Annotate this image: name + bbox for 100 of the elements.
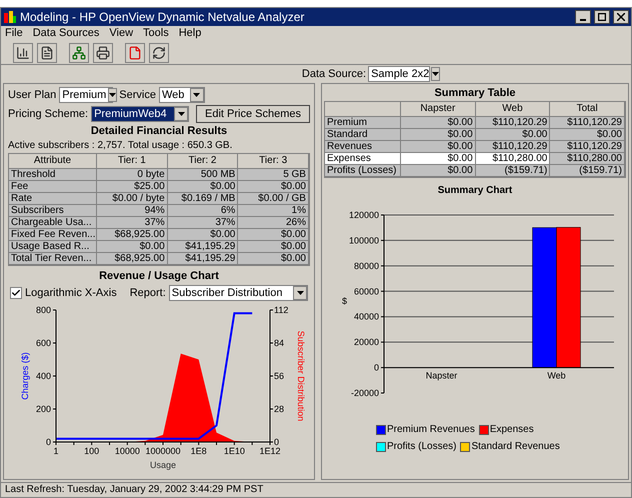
table-cell: 94% [97,204,168,217]
report-label: Report: [130,286,166,301]
table-cell: $110,280.00 [476,153,550,165]
table-cell: Total Tier Reven... [9,252,97,265]
table-cell: 0 byte [97,168,168,181]
table-cell: Fixed Fee Reven... [9,228,97,241]
table-cell: Profits (Losses) [325,165,401,177]
menu-item[interactable]: Help [178,25,202,42]
axis-label: 56 [274,370,284,381]
axis-label: 28 [274,404,284,414]
axis-label: 0 [46,436,51,447]
table-cell: 26% [238,216,309,229]
axis-label: 1E12 [259,446,281,456]
log-axis-label: Logarithmic X-Axis [25,286,117,301]
column-header[interactable]: Web [476,102,550,117]
table-cell: $0.00 [168,228,238,241]
table-cell: Threshold [9,168,97,181]
table-cell: $41,195.29 [168,240,238,253]
table-cell: $110,120.29 [550,117,625,129]
menu-item[interactable]: Tools [143,25,169,42]
edit-price-schemes-button[interactable]: Edit Price Schemes [196,104,310,123]
table-cell: $0.00 [401,129,476,141]
table-cell: $68,925.00 [97,252,168,265]
status-bar: Last Refresh: Tuesday, January 29, 2002 3:44:29 PM PST [1,482,631,497]
table-cell: $68,925.00 [97,228,168,241]
user-plan-label: User Plan [8,88,56,103]
y-axis-title: Charges ($) [20,352,30,400]
data-source-label: Data Source: [302,66,366,82]
table-cell: $0.169 / MB [168,192,238,205]
y-axis-title: Subscriber Distribution [296,330,306,422]
legend-label: Standard Revenues [471,440,560,454]
table-cell: ($159.71) [550,165,625,177]
window-title: Modeling - HP OpenView Dynamic Netvalue Analyzer [20,9,306,26]
table-cell: Rate [9,192,97,205]
table-cell: $0.00 / GB [238,192,309,205]
axis-label: Napster [426,370,458,381]
axis-label: 100 [84,446,100,456]
table-cell: Premium [325,117,401,129]
table-cell: $0.00 [401,153,476,165]
axis-label: 20000 [354,337,379,348]
axis-label: 60000 [354,286,379,296]
results-summary: Active subscribers : 2,757. Total usage : 650.3 GB. [8,138,234,153]
axis-label: Web [547,370,566,381]
table-cell: 37% [97,216,168,229]
y-axis-title: $ [342,296,348,306]
axis-label: 1 [54,446,58,456]
axis-label: 80000 [354,260,379,271]
table-cell: $110,120.29 [476,117,550,129]
column-header[interactable]: Tier: 2 [168,154,238,169]
axis-label: 10000 [114,446,140,456]
table-cell: $0.00 [97,240,168,253]
table-cell: $0.00 [238,252,309,265]
column-header[interactable]: Tier: 1 [97,154,168,169]
menu-item[interactable]: File [5,25,23,42]
axis-label: 0 [274,436,280,447]
chart-title: Summary Chart [436,184,514,197]
axis-label: 800 [36,304,51,315]
legend-label: Premium Revenues [387,423,475,437]
service-label: Service [119,88,156,103]
pricing-scheme-dropdown[interactable]: PremiumWeb4 [91,106,190,122]
column-header[interactable]: Total [550,102,625,117]
axis-label: 600 [36,338,51,348]
axis-label: 84 [274,338,284,348]
section-title: Revenue / Usage Chart [98,268,220,284]
pricing-scheme-label: Pricing Scheme: [8,106,88,122]
table-cell: 6% [168,204,238,217]
table-cell: $0.00 [476,129,550,141]
table-cell: $0.00 [401,117,476,129]
axis-label: 100000 [348,235,379,246]
table-cell: 500 MB [168,168,238,181]
axis-label: 1E10 [224,446,245,456]
axis-label: 1000000 [145,446,181,456]
axis-label: 400 [36,370,51,381]
table-cell: $110,120.29 [550,141,625,153]
table-cell: $0.00 [238,228,309,241]
report-dropdown[interactable]: Subscriber Distribution [168,284,308,301]
menu-item[interactable]: Data Sources [32,25,100,42]
table-cell: 5 GB [238,168,309,181]
service-dropdown[interactable]: Web [158,86,205,103]
table-cell: $0.00 [238,240,309,253]
legend-label: Profits (Losses) [387,440,456,454]
axis-label: 120000 [348,210,379,220]
table-cell: ($159.71) [476,165,550,177]
menu-item[interactable]: View [109,25,134,42]
legend-label: Expenses [490,423,534,437]
axis-label: 200 [36,404,51,414]
table-cell: 1% [238,204,309,217]
column-header[interactable]: Attribute [9,154,97,169]
table-cell: $0.00 / byte [97,192,168,205]
axis-label: 112 [274,304,288,315]
table-cell: $25.00 [97,180,168,193]
table-cell: $0.00 [168,180,238,193]
axis-label: -20000 [350,388,379,398]
table-cell: $0.00 [401,165,476,177]
table-cell: Chargeable Usa... [9,216,97,229]
column-header[interactable]: Napster [401,102,476,117]
table-cell: Usage Based R... [9,240,97,253]
table-cell: Fee [9,180,97,193]
column-header[interactable]: Tier: 3 [238,154,309,169]
table-cell: $41,195.29 [168,252,238,265]
